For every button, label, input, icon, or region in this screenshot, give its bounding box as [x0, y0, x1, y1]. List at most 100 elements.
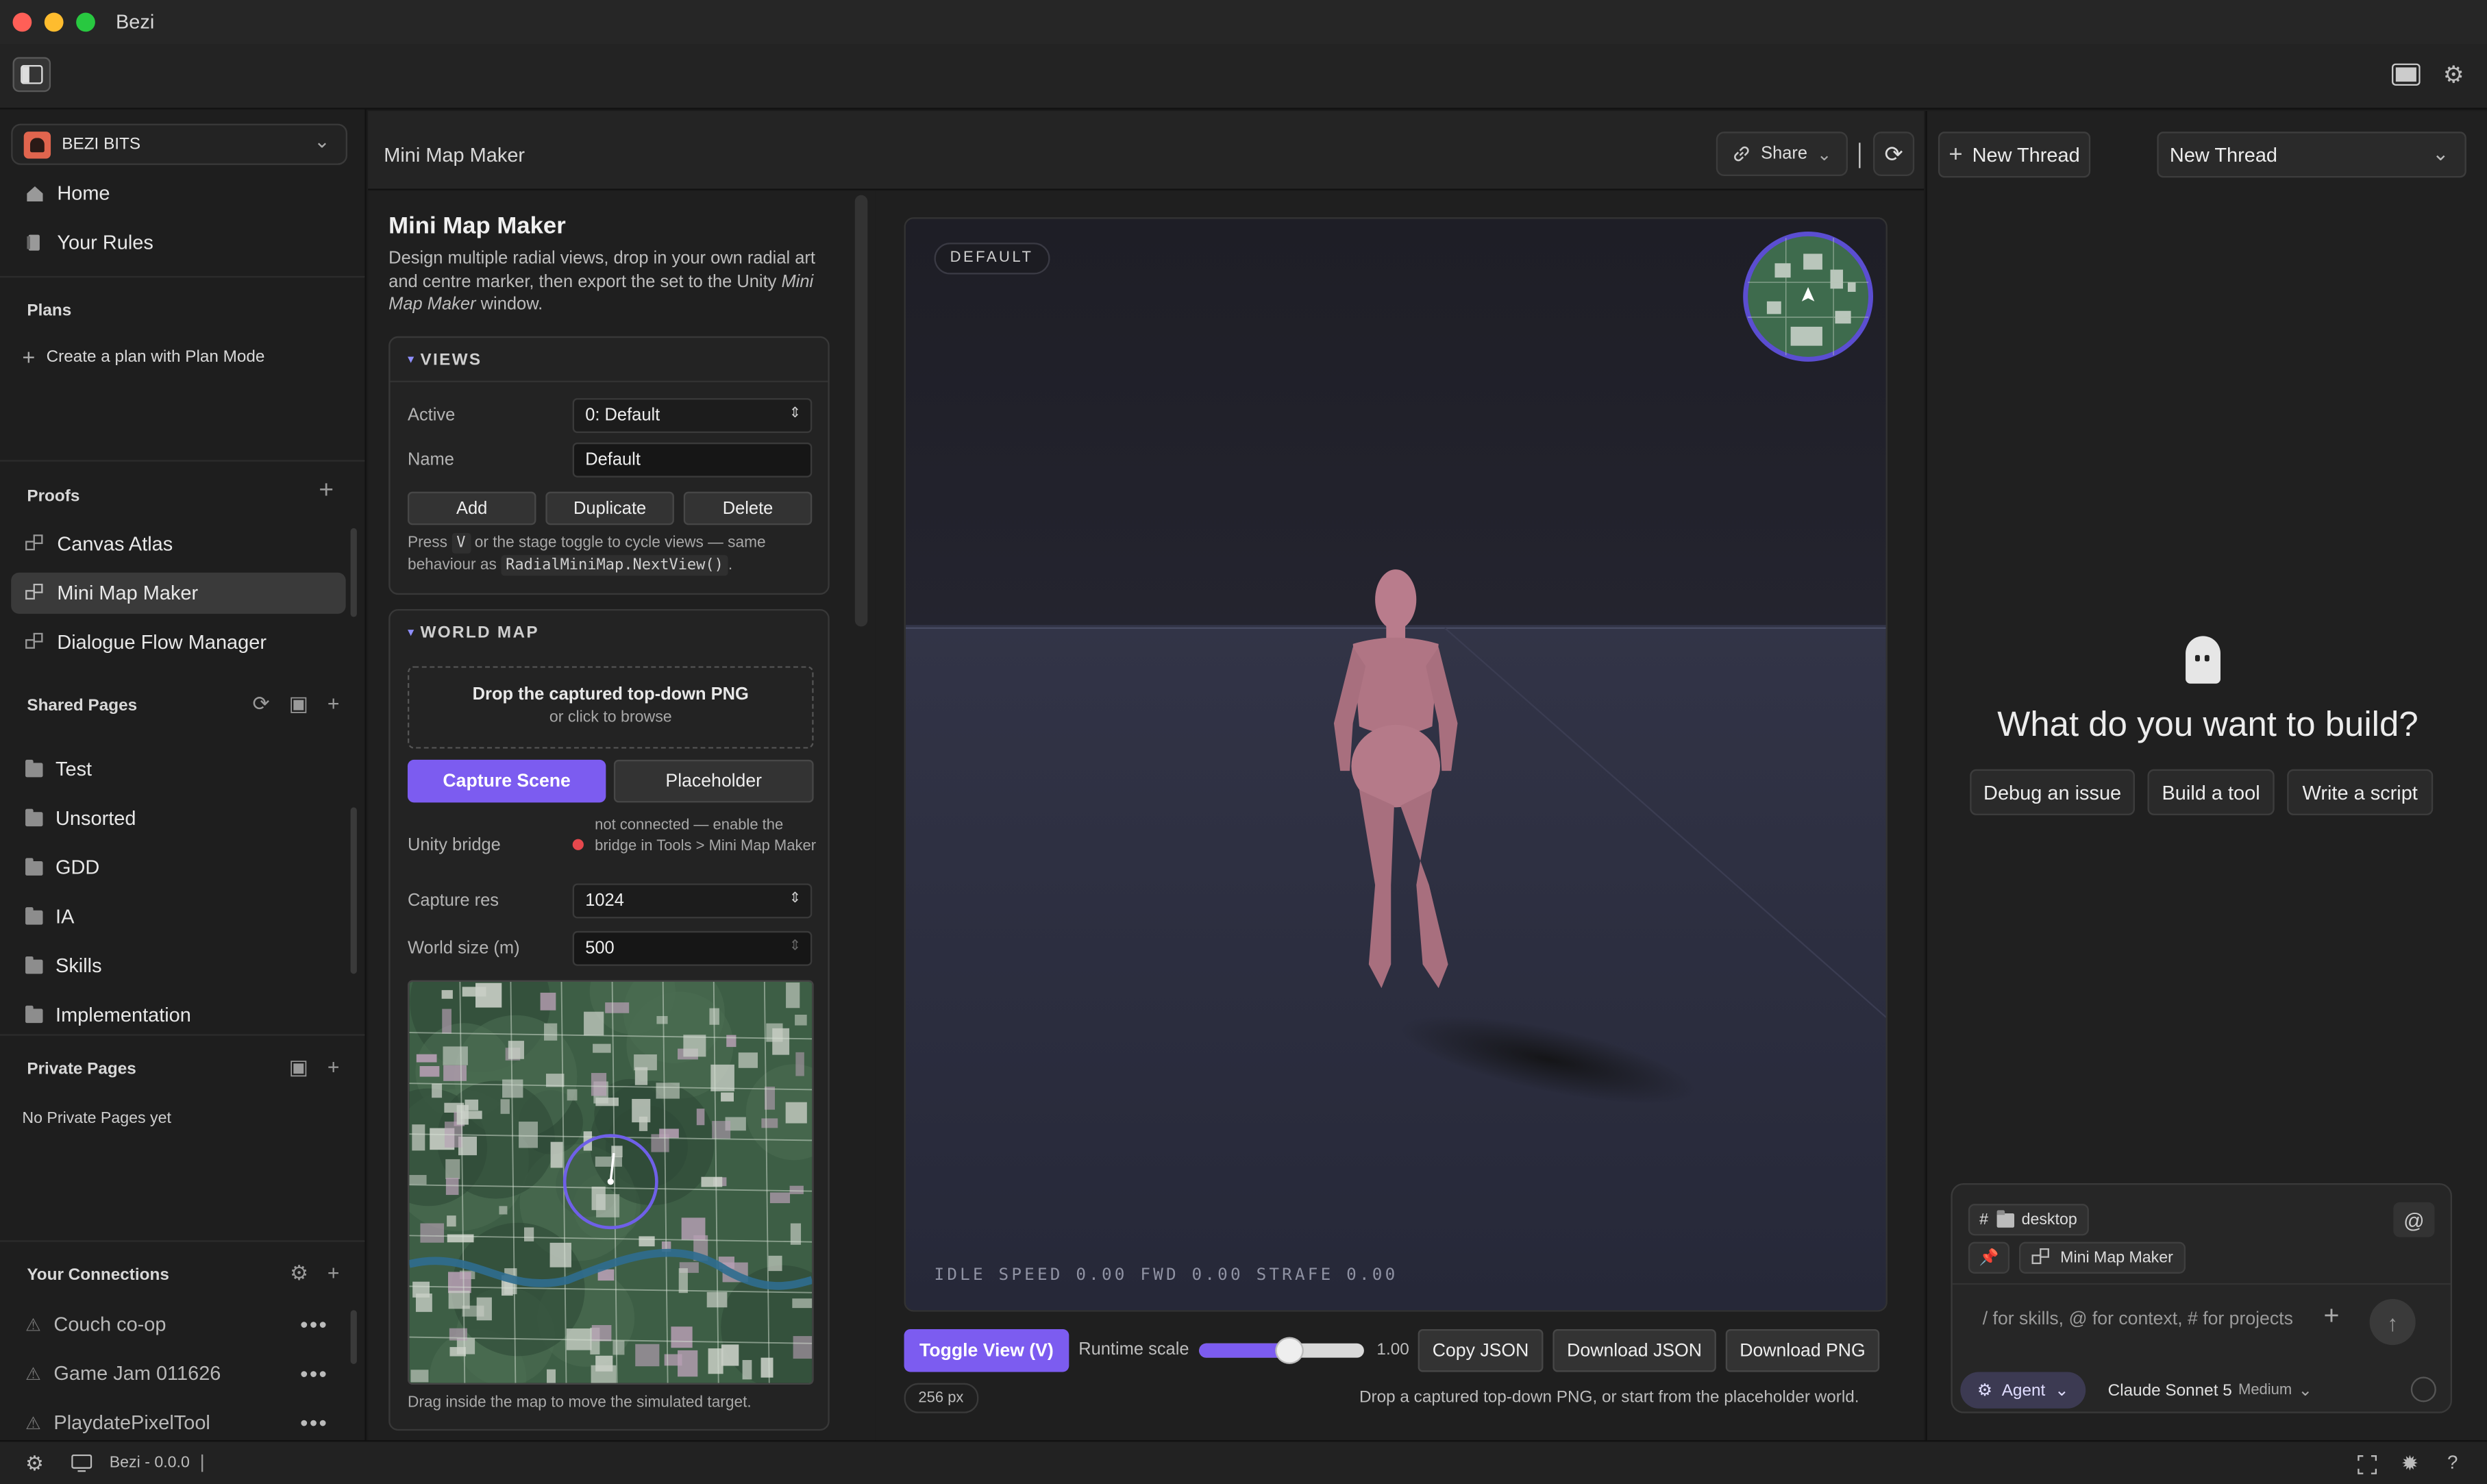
- no-private-pages-text: No Private Pages yet: [22, 1110, 171, 1128]
- new-folder-icon[interactable]: ▣: [289, 1054, 308, 1080]
- context-chip-desktop[interactable]: # desktop: [1968, 1204, 2088, 1236]
- settings-button[interactable]: ⚙: [2439, 60, 2468, 89]
- connections-heading: Your Connections: [27, 1265, 169, 1285]
- plans-heading: Plans: [27, 301, 72, 321]
- title-bar: Bezi: [0, 0, 2487, 45]
- shared-page-item[interactable]: GDD: [11, 847, 345, 888]
- delete-view-button[interactable]: Delete: [683, 491, 813, 525]
- add-page-button[interactable]: +: [327, 691, 340, 717]
- suggestion-chip[interactable]: Write a script: [2287, 769, 2434, 815]
- panel-scrollbar[interactable]: [854, 195, 868, 627]
- context-chip-page[interactable]: Mini Map Maker: [2018, 1241, 2186, 1274]
- shared-page-item[interactable]: Implementation: [11, 995, 345, 1036]
- add-view-button[interactable]: Add: [407, 491, 536, 525]
- capture-scene-button[interactable]: Capture Scene: [407, 759, 606, 803]
- connection-settings-icon[interactable]: ⚙: [290, 1261, 308, 1286]
- minimize-window-button[interactable]: [44, 12, 64, 32]
- world-map-header[interactable]: ▾ WORLD MAP: [390, 610, 828, 655]
- shared-page-label: IA: [55, 905, 75, 928]
- config-panel: Mini Map Maker Design multiple radial vi…: [368, 190, 876, 1441]
- proof-dialogue-flow-manager[interactable]: Dialogue Flow Manager: [11, 621, 345, 663]
- new-thread-button[interactable]: + New Thread: [1938, 132, 2091, 178]
- share-button[interactable]: Share ⌄: [1716, 132, 1848, 176]
- stage-viewport[interactable]: DEFAULT IDLE SPEED 0.00 FWD 0.00 STRAFE …: [904, 217, 1888, 1312]
- dropzone-title: Drop the captured top-down PNG: [472, 685, 749, 704]
- proof-mini-map-maker[interactable]: Mini Map Maker: [11, 572, 346, 614]
- download-png-button[interactable]: Download PNG: [1725, 1328, 1880, 1372]
- active-value: 0: Default: [585, 406, 660, 425]
- refresh-icon[interactable]: ⟳: [253, 691, 270, 717]
- monitor-icon[interactable]: [71, 1454, 92, 1472]
- send-button[interactable]: ↑: [2369, 1298, 2416, 1346]
- connection-item[interactable]: ⚠ Couch co-op: [11, 1304, 345, 1345]
- settings-gear-icon[interactable]: ⚙: [25, 1451, 44, 1476]
- workspace-switcher[interactable]: BEZI BITS ⌄: [11, 123, 347, 165]
- gear-icon: ⚙: [2442, 62, 2464, 89]
- proofs-heading: Proofs: [27, 486, 80, 506]
- model-name: Claude Sonnet 5: [2107, 1381, 2232, 1400]
- view-name-input[interactable]: Default: [572, 442, 813, 478]
- views-header[interactable]: ▾ VIEWS: [390, 338, 828, 382]
- toggle-sidebar-button[interactable]: [12, 57, 51, 92]
- add-connection-button[interactable]: +: [327, 1261, 340, 1286]
- nav-your-rules[interactable]: Your Rules: [11, 222, 345, 263]
- nav-home-label: Home: [57, 182, 110, 205]
- folder-icon: [25, 857, 43, 875]
- panel-layout-button[interactable]: [2390, 62, 2422, 87]
- shared-page-item[interactable]: Unsorted: [11, 797, 345, 839]
- create-plan-button[interactable]: + Create a plan with Plan Mode: [22, 344, 264, 369]
- thread-select[interactable]: New Thread ⌄: [2157, 132, 2466, 178]
- connections-scrollbar[interactable]: [350, 1310, 357, 1364]
- folder-icon: [25, 1004, 43, 1023]
- nav-home[interactable]: Home: [11, 173, 345, 214]
- map-hint: Drag inside the map to move the simulate…: [407, 1394, 752, 1412]
- fullscreen-icon[interactable]: [2357, 1455, 2377, 1475]
- shared-scrollbar[interactable]: [350, 807, 357, 974]
- connection-item[interactable]: ⚠ PlaydatePixelTool: [11, 1402, 345, 1440]
- shared-page-item[interactable]: Skills: [11, 945, 345, 987]
- active-view-select[interactable]: 0: Default ⇕: [572, 398, 813, 433]
- copy-json-button[interactable]: Copy JSON: [1418, 1328, 1544, 1372]
- add-proof-button[interactable]: +: [319, 478, 334, 506]
- shared-page-item[interactable]: IA: [11, 896, 345, 937]
- add-attachment-button[interactable]: +: [2323, 1300, 2339, 1332]
- suggestion-chip[interactable]: Debug an issue: [1970, 769, 2135, 815]
- capture-res-select[interactable]: 1024 ⇕: [572, 883, 813, 919]
- version-label: Bezi - 0.0.0: [109, 1454, 190, 1472]
- chat-input[interactable]: / for skills, @ for context, # for proje…: [1983, 1310, 2293, 1329]
- agent-mode-select[interactable]: ⚙ Agent ⌄: [1960, 1372, 2086, 1409]
- more-icon[interactable]: •••: [300, 1410, 328, 1435]
- refresh-button[interactable]: ⟳: [1873, 132, 1915, 176]
- world-map-canvas[interactable]: [407, 980, 814, 1385]
- shared-page-item[interactable]: Test: [11, 749, 345, 790]
- duplicate-view-button[interactable]: Duplicate: [545, 491, 674, 525]
- runtime-scale-slider[interactable]: [1199, 1337, 1364, 1364]
- new-folder-icon[interactable]: ▣: [289, 691, 308, 717]
- proofs-scrollbar[interactable]: [350, 528, 357, 617]
- proof-canvas-atlas[interactable]: Canvas Atlas: [11, 523, 345, 565]
- maximize-window-button[interactable]: [76, 12, 95, 32]
- pin-icon: 📌: [1979, 1249, 1999, 1267]
- bug-icon[interactable]: ✹: [2401, 1451, 2418, 1476]
- proof-label: Dialogue Flow Manager: [57, 631, 267, 654]
- close-window-button[interactable]: [12, 12, 32, 32]
- download-json-button[interactable]: Download JSON: [1552, 1328, 1716, 1372]
- mention-button[interactable]: @: [2393, 1202, 2435, 1237]
- stepper-icon: ⇕: [789, 937, 802, 954]
- placeholder-button[interactable]: Placeholder: [613, 759, 814, 803]
- toggle-view-button[interactable]: Toggle View (V): [904, 1328, 1069, 1372]
- more-icon[interactable]: •••: [300, 1312, 328, 1337]
- more-icon[interactable]: •••: [300, 1361, 328, 1386]
- world-map-image: [409, 981, 813, 1383]
- pin-button[interactable]: 📌: [1968, 1241, 2010, 1274]
- connection-item[interactable]: ⚠ Game Jam 011626: [11, 1353, 345, 1394]
- help-icon[interactable]: ?: [2447, 1451, 2458, 1473]
- model-select[interactable]: Claude Sonnet 5 Medium ⌄: [2099, 1372, 2322, 1408]
- png-dropzone[interactable]: Drop the captured top-down PNG or click …: [407, 666, 814, 749]
- updown-icon: ⇕: [789, 404, 802, 421]
- world-size-input[interactable]: 500 ⇕: [572, 930, 813, 966]
- runtime-scale-label: Runtime scale: [1078, 1340, 1189, 1359]
- add-private-page-button[interactable]: +: [327, 1054, 340, 1080]
- status-dot: [572, 839, 584, 850]
- suggestion-chip[interactable]: Build a tool: [2147, 769, 2275, 815]
